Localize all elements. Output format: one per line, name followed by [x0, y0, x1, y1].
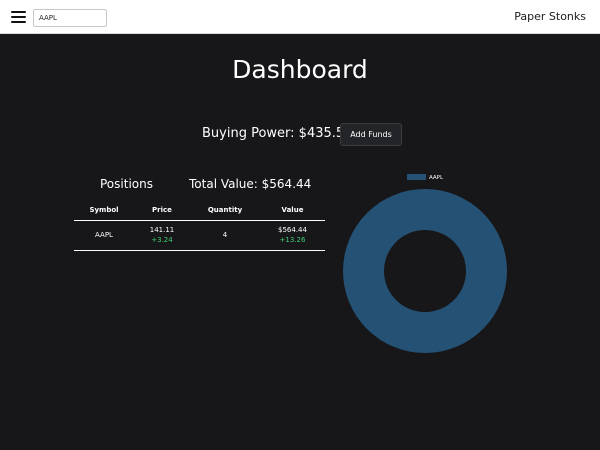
- add-funds-button[interactable]: Add Funds: [340, 123, 402, 146]
- legend-label[interactable]: AAPL: [429, 175, 444, 181]
- legend-swatch[interactable]: [407, 174, 426, 180]
- cell-symbol: AAPL: [74, 220, 134, 251]
- total-value: Total Value: $564.44: [189, 177, 312, 191]
- column-header-quantity[interactable]: Quantity: [190, 201, 260, 221]
- chart-slice-aapl[interactable]: [343, 188, 507, 354]
- menu-icon[interactable]: [11, 11, 26, 23]
- table-row[interactable]: AAPL 141.11 +3.24 4 $564.44 +13.26: [74, 220, 325, 251]
- column-header-value[interactable]: Value: [260, 201, 325, 221]
- buying-power: Buying Power: $435.56: [202, 126, 353, 141]
- menu-icon-bar: [11, 16, 26, 18]
- chart-legend: AAPL: [407, 174, 444, 181]
- page-title: Dashboard: [232, 55, 368, 84]
- brand-name[interactable]: Paper Stonks: [514, 10, 586, 23]
- column-header-symbol[interactable]: Symbol: [74, 201, 134, 221]
- positions-table: Symbol Price Quantity Value AAPL 141.11 …: [74, 201, 325, 251]
- menu-icon-bar: [11, 11, 26, 13]
- menu-icon-bar: [11, 21, 26, 23]
- table-header-row: Symbol Price Quantity Value: [74, 201, 325, 221]
- chart-slices: [343, 188, 507, 354]
- cell-value: $564.44 +13.26: [260, 220, 325, 251]
- cell-quantity: 4: [190, 220, 260, 251]
- portfolio-doughnut-chart: AAPL: [343, 174, 507, 354]
- column-header-price[interactable]: Price: [134, 201, 190, 221]
- positions-title: Positions: [100, 177, 153, 191]
- search-input[interactable]: [33, 9, 107, 27]
- price-change: +3.24: [151, 236, 173, 244]
- navbar: Paper Stonks: [0, 0, 600, 34]
- value-change: +13.26: [279, 236, 306, 244]
- cell-price: 141.11 +3.24: [134, 220, 190, 251]
- price-value: 141.11: [149, 226, 175, 234]
- value-amount: $564.44: [278, 226, 307, 234]
